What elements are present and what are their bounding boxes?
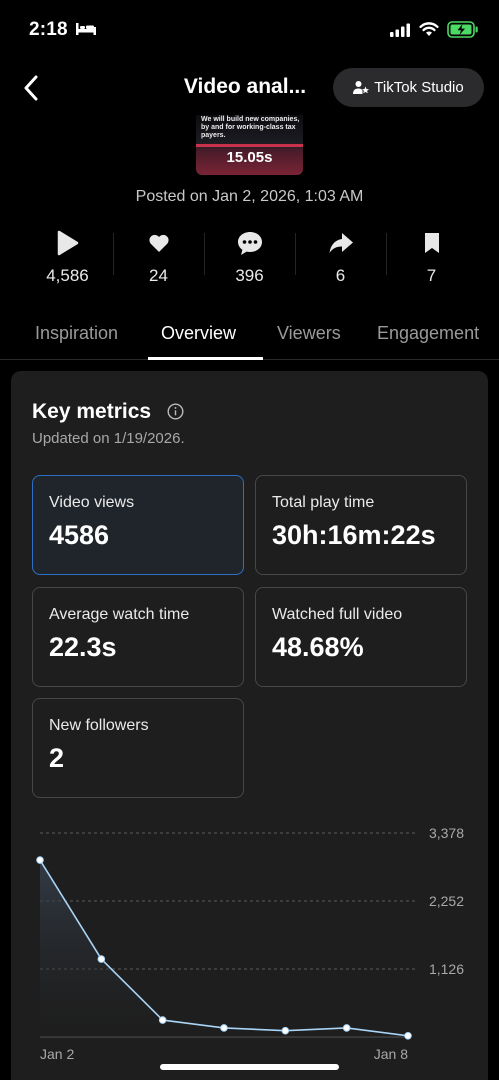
info-icon[interactable]: [167, 403, 184, 420]
metric-value: 2: [49, 743, 65, 773]
metric-value: 48.68%: [272, 632, 364, 662]
stat-shares: 6: [295, 227, 386, 293]
bookmark-icon: [424, 233, 439, 253]
tab-viewers[interactable]: Viewers: [277, 323, 341, 344]
metric-value: 22.3s: [49, 632, 117, 662]
battery-charging-icon: [447, 21, 478, 38]
metric-label: New followers: [49, 717, 149, 734]
tab-bar: Inspiration Overview Viewers Engagement: [0, 313, 499, 360]
y-tick-label: 2,252: [429, 893, 464, 909]
stat-saves: 7: [386, 227, 477, 293]
video-stats: 4,586 24 396 6 7: [22, 227, 477, 293]
signal-icon: [390, 23, 410, 37]
video-duration: 15.05s: [226, 149, 273, 166]
active-tab-indicator: [148, 357, 263, 360]
page-title: Video anal...: [183, 75, 307, 98]
status-time: 2:18: [29, 19, 68, 40]
stat-comments: 396: [204, 227, 295, 293]
x-tick-label: Jan 2: [40, 1046, 74, 1062]
home-indicator: [160, 1064, 339, 1070]
comment-icon: [237, 232, 262, 255]
metric-label: Total play time: [272, 494, 375, 511]
bed-icon: [76, 23, 96, 35]
share-icon: [329, 233, 353, 253]
tab-inspiration[interactable]: Inspiration: [35, 323, 118, 344]
metric-label: Average watch time: [49, 606, 190, 623]
tiktok-studio-label: TikTok Studio: [374, 79, 464, 96]
metric-label: Watched full video: [272, 606, 403, 623]
x-tick-label: Jan 8: [374, 1046, 408, 1062]
stat-value: 6: [335, 266, 346, 285]
thumbnail-accent-bar: [196, 144, 303, 147]
data-point: [220, 1024, 228, 1032]
stat-value: 396: [235, 266, 264, 285]
back-button[interactable]: [16, 72, 46, 104]
metric-new-followers[interactable]: New followers 2: [32, 698, 244, 798]
data-point: [97, 955, 106, 963]
key-metrics-title: Key metrics: [32, 400, 152, 423]
stat-value: 24: [149, 266, 168, 285]
thumbnail-caption: We will build new companies, by and for …: [201, 116, 300, 139]
data-point: [36, 856, 44, 864]
status-bar: 2:18: [0, 0, 499, 58]
user-star-icon: [353, 81, 370, 94]
metric-video-views[interactable]: Video views 4586: [32, 475, 244, 575]
key-metrics-updated: Updated on 1/19/2026.: [32, 430, 185, 447]
metric-value: 4586: [49, 520, 110, 550]
metric-value: 30h:16m:22s: [272, 520, 436, 550]
heart-icon: [148, 234, 169, 252]
posted-date: Posted on Jan 2, 2026, 1:03 AM: [135, 188, 364, 205]
tab-engagement[interactable]: Engagement: [377, 323, 479, 344]
data-point: [158, 1016, 167, 1024]
y-tick-label: 3,378: [429, 825, 464, 841]
data-point: [404, 1031, 412, 1040]
wifi-icon: [419, 22, 439, 36]
tiktok-studio-button[interactable]: TikTok Studio: [333, 68, 484, 107]
metric-label: Video views: [49, 494, 135, 511]
views-chart: 1,126 2,252 3,378 Jan 2 Jan 8: [36, 825, 464, 1062]
tab-overview[interactable]: Overview: [161, 323, 236, 344]
stat-value: 7: [426, 266, 437, 285]
play-icon: [57, 230, 78, 256]
y-tick-label: 1,126: [429, 961, 464, 977]
data-point: [342, 1024, 351, 1032]
stat-views: 4,586: [22, 227, 113, 293]
metric-total-play-time[interactable]: Total play time 30h:16m:22s: [255, 475, 467, 575]
video-thumbnail[interactable]: We will build new companies, by and for …: [196, 115, 303, 175]
metric-average-watch-time[interactable]: Average watch time 22.3s: [32, 587, 244, 687]
stat-value: 4,586: [46, 266, 89, 285]
metric-watched-full-video[interactable]: Watched full video 48.68%: [255, 587, 467, 687]
stat-likes: 24: [113, 227, 204, 293]
chevron-left-icon: [24, 75, 38, 101]
data-point: [281, 1026, 290, 1035]
